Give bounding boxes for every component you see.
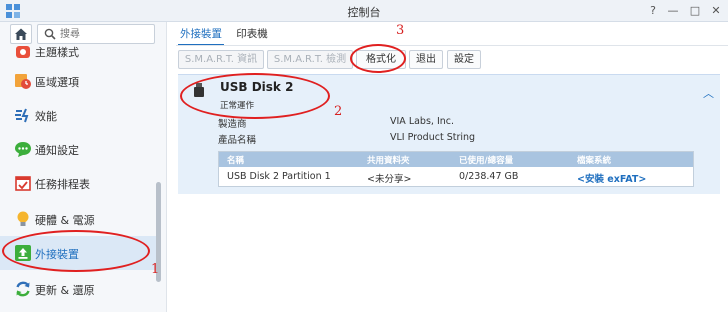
sidebar-item-task-scheduler[interactable]: 任務排程表 <box>0 166 158 200</box>
calendar-icon <box>15 176 31 191</box>
manufacturer-value: VIA Labs, Inc. <box>390 116 455 127</box>
sidebar-item-label: 更新 & 還原 <box>35 284 95 297</box>
eject-button[interactable]: 退出 <box>409 50 443 69</box>
performance-icon <box>15 108 29 123</box>
minimize-button[interactable]: — <box>664 2 682 20</box>
sidebar-item-label: 效能 <box>35 110 57 123</box>
column-header-used-total[interactable]: 已使用/總容量 <box>459 154 513 166</box>
sidebar-item-label: 區域選項 <box>35 76 79 89</box>
product-value: VLI Product String <box>390 132 476 143</box>
annotation-number-1: 1 <box>151 262 160 277</box>
window-title: 控制台 <box>347 6 381 19</box>
annotation-number-3: 3 <box>396 23 405 38</box>
partition-name: USB Disk 2 Partition 1 <box>227 171 331 182</box>
tab-external-devices[interactable]: 外接裝置 <box>178 25 224 46</box>
smart-test-button[interactable]: S.M.A.R.T. 檢測 <box>267 50 353 69</box>
install-exfat-link[interactable]: <安裝 exFAT> <box>577 171 646 185</box>
sidebar-item-label: 硬體 & 電源 <box>35 214 95 227</box>
sidebar-item-theme[interactable]: 主題樣式 <box>0 34 158 68</box>
sidebar-item-update-restore[interactable]: 更新 & 還原 <box>0 272 158 306</box>
annotation-number-2: 2 <box>334 104 343 119</box>
partition-table: 名稱 共用資料夾 已使用/總容量 檔案系統 USB Disk 2 Partiti… <box>218 151 694 187</box>
refresh-icon <box>16 281 30 297</box>
sidebar-item-label: 任務排程表 <box>35 178 90 191</box>
theme-icon <box>16 46 30 58</box>
column-header-filesystem[interactable]: 檔案系統 <box>577 154 611 166</box>
collapse-chevron-icon[interactable]: ︿ <box>703 85 714 101</box>
partition-shared-folder: <未分享> <box>367 174 412 185</box>
table-header: 名稱 共用資料夾 已使用/總容量 檔案系統 <box>219 152 693 167</box>
product-label: 產品名稱 <box>218 135 257 146</box>
smart-info-button[interactable]: S.M.A.R.T. 資訊 <box>178 50 264 69</box>
partition-capacity: 0/238.47 GB <box>459 171 519 182</box>
tab-printers[interactable]: 印表機 <box>232 25 272 46</box>
sidebar-item-label: 通知設定 <box>35 144 79 157</box>
main-panel: 外接裝置 印表機 S.M.A.R.T. 資訊 S.M.A.R.T. 檢測 格式化… <box>168 22 728 312</box>
column-header-shared-folder[interactable]: 共用資料夾 <box>367 154 410 166</box>
sidebar-item-performance[interactable]: 效能 <box>0 98 158 132</box>
close-button[interactable]: ✕ <box>707 2 725 20</box>
lightbulb-icon <box>17 211 29 226</box>
maximize-button[interactable]: □ <box>686 2 704 20</box>
sidebar-item-regional-options[interactable]: 區域選項 <box>0 64 158 98</box>
annotation-circle-external-devices <box>2 230 150 272</box>
settings-button[interactable]: 設定 <box>447 50 481 69</box>
annotation-circle-device <box>180 73 330 119</box>
chat-bubble-icon <box>15 142 31 157</box>
column-header-name[interactable]: 名稱 <box>227 154 244 166</box>
sidebar-item-notifications[interactable]: 通知設定 <box>0 132 158 166</box>
help-button[interactable]: ? <box>644 2 662 20</box>
window-titlebar: 控制台 ? — □ ✕ <box>0 0 728 22</box>
sidebar-item-label: 主題樣式 <box>35 46 79 59</box>
clock-icon <box>15 74 31 89</box>
annotation-circle-format <box>350 44 406 73</box>
tab-divider <box>176 45 728 46</box>
